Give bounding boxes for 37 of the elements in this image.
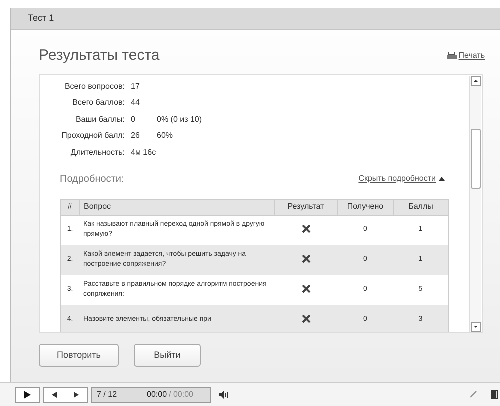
stat-percent: 0% (0 из 10) (157, 114, 202, 126)
stat-percent: 60% (157, 130, 174, 142)
volume-icon[interactable] (219, 390, 229, 398)
scroll-up-icon[interactable] (470, 76, 480, 86)
retry-button[interactable]: Повторить (39, 344, 119, 367)
stat-value: 4м 16с (131, 146, 157, 159)
column-header: Баллы (394, 199, 448, 215)
scroll-down-icon[interactable] (470, 322, 480, 332)
window-title: Тест 1 (28, 12, 54, 25)
printer-icon (446, 52, 457, 60)
print-link[interactable]: Печать (446, 50, 485, 62)
play-icon (24, 390, 31, 398)
scrollbar[interactable] (469, 76, 481, 332)
hide-details-link[interactable]: Скрыть подробности (358, 173, 445, 185)
stat-value: 26 (131, 130, 141, 142)
exit-button[interactable]: Выйти (134, 344, 201, 367)
pencil-icon[interactable] (469, 390, 478, 399)
previous-icon[interactable] (52, 392, 58, 398)
stat-value: 0 (131, 114, 136, 126)
page-title: Результаты теста (39, 46, 160, 66)
column-header: Результат (274, 199, 338, 215)
stat-label: Ваши баллы: (74, 114, 125, 126)
stat-label: Всего баллов: (72, 97, 125, 110)
panel-icon[interactable] (491, 390, 498, 399)
column-header: Вопрос (80, 199, 274, 215)
next-icon[interactable] (74, 392, 79, 398)
playback-status-field: 7 / 12 00:00 / 00:00 (91, 386, 211, 402)
column-header: Получено (338, 199, 394, 215)
section-title: Подробности: (60, 172, 124, 186)
stat-label: Всего вопросов: (64, 80, 125, 93)
stat-label: Проходной балл: (60, 130, 125, 142)
scrollbar-thumb[interactable] (470, 129, 480, 189)
stat-label: Длительность: (70, 146, 125, 159)
stat-value: 17 (131, 80, 141, 93)
play-button[interactable] (15, 386, 40, 402)
stat-value: 44 (131, 97, 141, 110)
column-header: # (60, 199, 80, 215)
